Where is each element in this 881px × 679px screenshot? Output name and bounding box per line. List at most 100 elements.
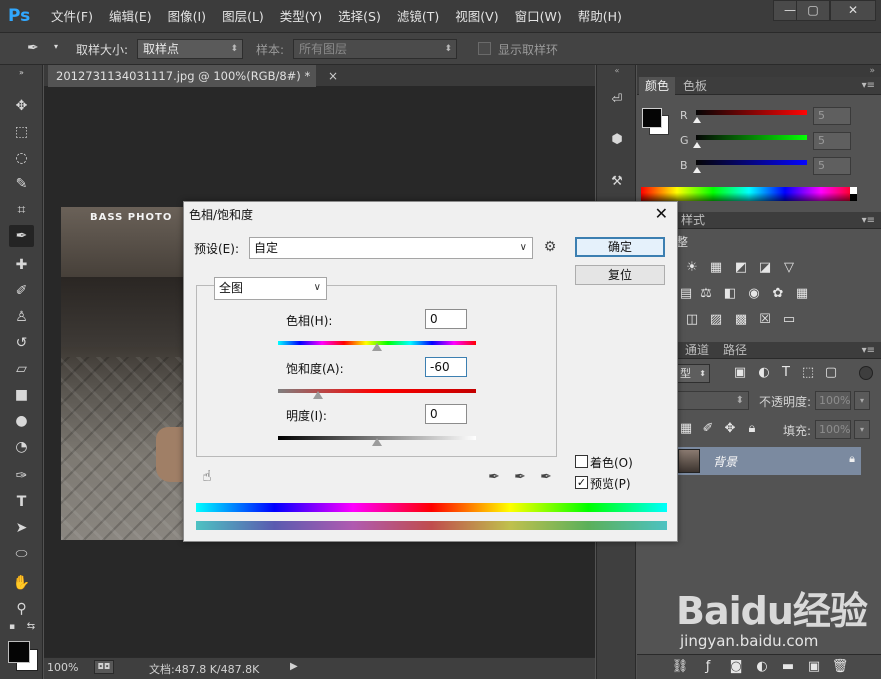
- vibrance-icon[interactable]: ▽: [780, 260, 798, 276]
- brush-tool-icon[interactable]: ✐: [9, 280, 34, 302]
- hue-saturation-icon[interactable]: ▤: [677, 286, 695, 302]
- lock-transparent-icon[interactable]: ▦: [677, 421, 695, 437]
- menu-type[interactable]: 类型(Y): [272, 0, 330, 33]
- white-swatch[interactable]: [850, 187, 857, 194]
- panel-menu-icon[interactable]: ▾≡: [856, 212, 881, 229]
- panel-menu-icon[interactable]: ▾≡: [856, 77, 881, 95]
- tab-paths[interactable]: 路径: [717, 342, 753, 359]
- menu-help[interactable]: 帮助(H): [570, 0, 630, 33]
- healing-brush-tool-icon[interactable]: ✚: [9, 254, 34, 276]
- color-panel-foreground-swatch[interactable]: [642, 108, 662, 128]
- tool-presets-panel-icon[interactable]: ⚒: [606, 171, 628, 193]
- menu-filter[interactable]: 滤镜(T): [389, 0, 447, 33]
- preset-options-gear-icon[interactable]: ⚙: [542, 239, 558, 255]
- b-value-field[interactable]: 5: [813, 157, 851, 175]
- filter-toggle-icon[interactable]: [859, 366, 873, 380]
- menu-edit[interactable]: 编辑(E): [101, 0, 160, 33]
- marquee-tool-icon[interactable]: ⬚: [9, 121, 34, 143]
- subtract-from-sample-eyedropper-icon[interactable]: ✒: [538, 469, 554, 485]
- lasso-tool-icon[interactable]: ◌: [9, 147, 34, 169]
- opacity-field[interactable]: 100%: [815, 391, 851, 410]
- expand-panels-icon[interactable]: «: [606, 65, 628, 77]
- g-slider[interactable]: [696, 135, 807, 140]
- layer-name[interactable]: 背景: [713, 453, 737, 470]
- posterize-icon[interactable]: ▨: [707, 312, 725, 328]
- saturation-slider-thumb[interactable]: [312, 391, 323, 399]
- 3d-panel-icon[interactable]: ⬢: [606, 129, 628, 151]
- reset-button[interactable]: 复位: [575, 265, 665, 285]
- exposure-icon[interactable]: ◪: [756, 260, 774, 276]
- eyedropper-tool-icon[interactable]: ✒: [27, 40, 39, 56]
- r-value-field[interactable]: 5: [813, 107, 851, 125]
- zoom-tool-icon[interactable]: ⚲: [9, 598, 34, 620]
- colorize-checkbox[interactable]: [575, 455, 588, 468]
- r-slider-thumb[interactable]: [693, 117, 701, 123]
- tab-color[interactable]: 颜色: [639, 77, 676, 95]
- filter-shape-icon[interactable]: ⬚: [799, 365, 817, 381]
- g-value-field[interactable]: 5: [813, 132, 851, 150]
- ellipse-tool-icon[interactable]: ⬭: [9, 543, 34, 565]
- g-slider-thumb[interactable]: [693, 142, 701, 148]
- blur-tool-icon[interactable]: ●: [9, 410, 34, 432]
- sample-size-select[interactable]: 取样点 ⬍: [137, 39, 243, 59]
- layer-style-icon[interactable]: ƒ: [699, 659, 717, 675]
- r-slider[interactable]: [696, 110, 807, 115]
- history-brush-tool-icon[interactable]: ↺: [9, 332, 34, 354]
- hue-input[interactable]: 0: [425, 309, 467, 329]
- hue-slider-thumb[interactable]: [372, 343, 382, 351]
- menu-select[interactable]: 选择(S): [330, 0, 389, 33]
- crop-tool-icon[interactable]: ⌗: [9, 199, 34, 221]
- filter-adjustment-icon[interactable]: ◐: [755, 365, 773, 381]
- levels-icon[interactable]: ▦: [707, 260, 725, 276]
- status-info-icon[interactable]: ◘◘: [94, 660, 114, 674]
- color-spectrum-ramp[interactable]: [641, 187, 857, 201]
- move-tool-icon[interactable]: ✥: [9, 95, 34, 117]
- selective-color-icon[interactable]: ☒: [756, 312, 774, 328]
- hand-tool-icon[interactable]: ✋: [9, 572, 34, 594]
- on-image-adjust-hand-icon[interactable]: ☝: [199, 468, 215, 484]
- layer-filter-kind-select[interactable]: 型 ⬍: [677, 364, 710, 383]
- delete-layer-icon[interactable]: 🗑︎: [831, 659, 849, 675]
- new-adjustment-icon[interactable]: ◐: [753, 659, 771, 675]
- menu-window[interactable]: 窗口(W): [507, 0, 570, 33]
- new-group-icon[interactable]: ▬: [779, 659, 797, 675]
- lock-position-icon[interactable]: ✥: [721, 421, 739, 437]
- fill-field[interactable]: 100%: [815, 420, 851, 439]
- add-mask-icon[interactable]: ◙: [727, 659, 745, 675]
- ok-button[interactable]: 确定: [575, 237, 665, 257]
- photo-filter-icon[interactable]: ◉: [745, 286, 763, 302]
- menu-view[interactable]: 视图(V): [447, 0, 506, 33]
- preview-checkbox[interactable]: ✓: [575, 476, 588, 489]
- history-panel-icon[interactable]: ⏎: [606, 89, 628, 111]
- layer-row-background[interactable]: 背景 🔒︎: [673, 447, 861, 475]
- saturation-input[interactable]: -60: [425, 357, 467, 377]
- show-ring-checkbox[interactable]: [478, 42, 491, 55]
- document-image[interactable]: BASS PHOTO: [61, 207, 184, 540]
- add-to-sample-eyedropper-icon[interactable]: ✒: [512, 469, 528, 485]
- menu-layer[interactable]: 图层(L): [214, 0, 272, 33]
- color-balance-icon[interactable]: ⚖: [697, 286, 715, 302]
- gradient-map-icon[interactable]: ▭: [780, 312, 798, 328]
- lightness-input[interactable]: 0: [425, 404, 467, 424]
- curves-icon[interactable]: ◩: [732, 260, 750, 276]
- filter-type-icon[interactable]: T: [777, 365, 795, 381]
- saturation-slider-track[interactable]: [278, 389, 476, 393]
- filter-smart-object-icon[interactable]: ▢: [822, 365, 840, 381]
- gradient-tool-icon[interactable]: ■: [9, 384, 34, 406]
- type-tool-icon[interactable]: T: [9, 491, 34, 513]
- eyedropper-tool-icon[interactable]: ✒: [9, 225, 34, 247]
- b-slider[interactable]: [696, 160, 807, 165]
- path-selection-tool-icon[interactable]: ➤: [9, 517, 34, 539]
- lightness-slider-thumb[interactable]: [372, 438, 382, 446]
- tab-swatches[interactable]: 色板: [677, 77, 713, 95]
- brightness-icon[interactable]: ☀: [683, 260, 701, 276]
- menu-file[interactable]: 文件(F): [43, 0, 101, 33]
- channel-select[interactable]: 全图 ∨: [214, 277, 327, 300]
- fill-dropdown-icon[interactable]: ▾: [854, 420, 870, 439]
- tab-channels[interactable]: 通道: [679, 342, 715, 359]
- color-lookup-icon[interactable]: ▦: [793, 286, 811, 302]
- new-layer-icon[interactable]: ▣: [805, 659, 823, 675]
- lock-image-icon[interactable]: ✐: [699, 421, 717, 437]
- restore-button[interactable]: ▢: [796, 0, 830, 21]
- black-white-icon[interactable]: ◧: [721, 286, 739, 302]
